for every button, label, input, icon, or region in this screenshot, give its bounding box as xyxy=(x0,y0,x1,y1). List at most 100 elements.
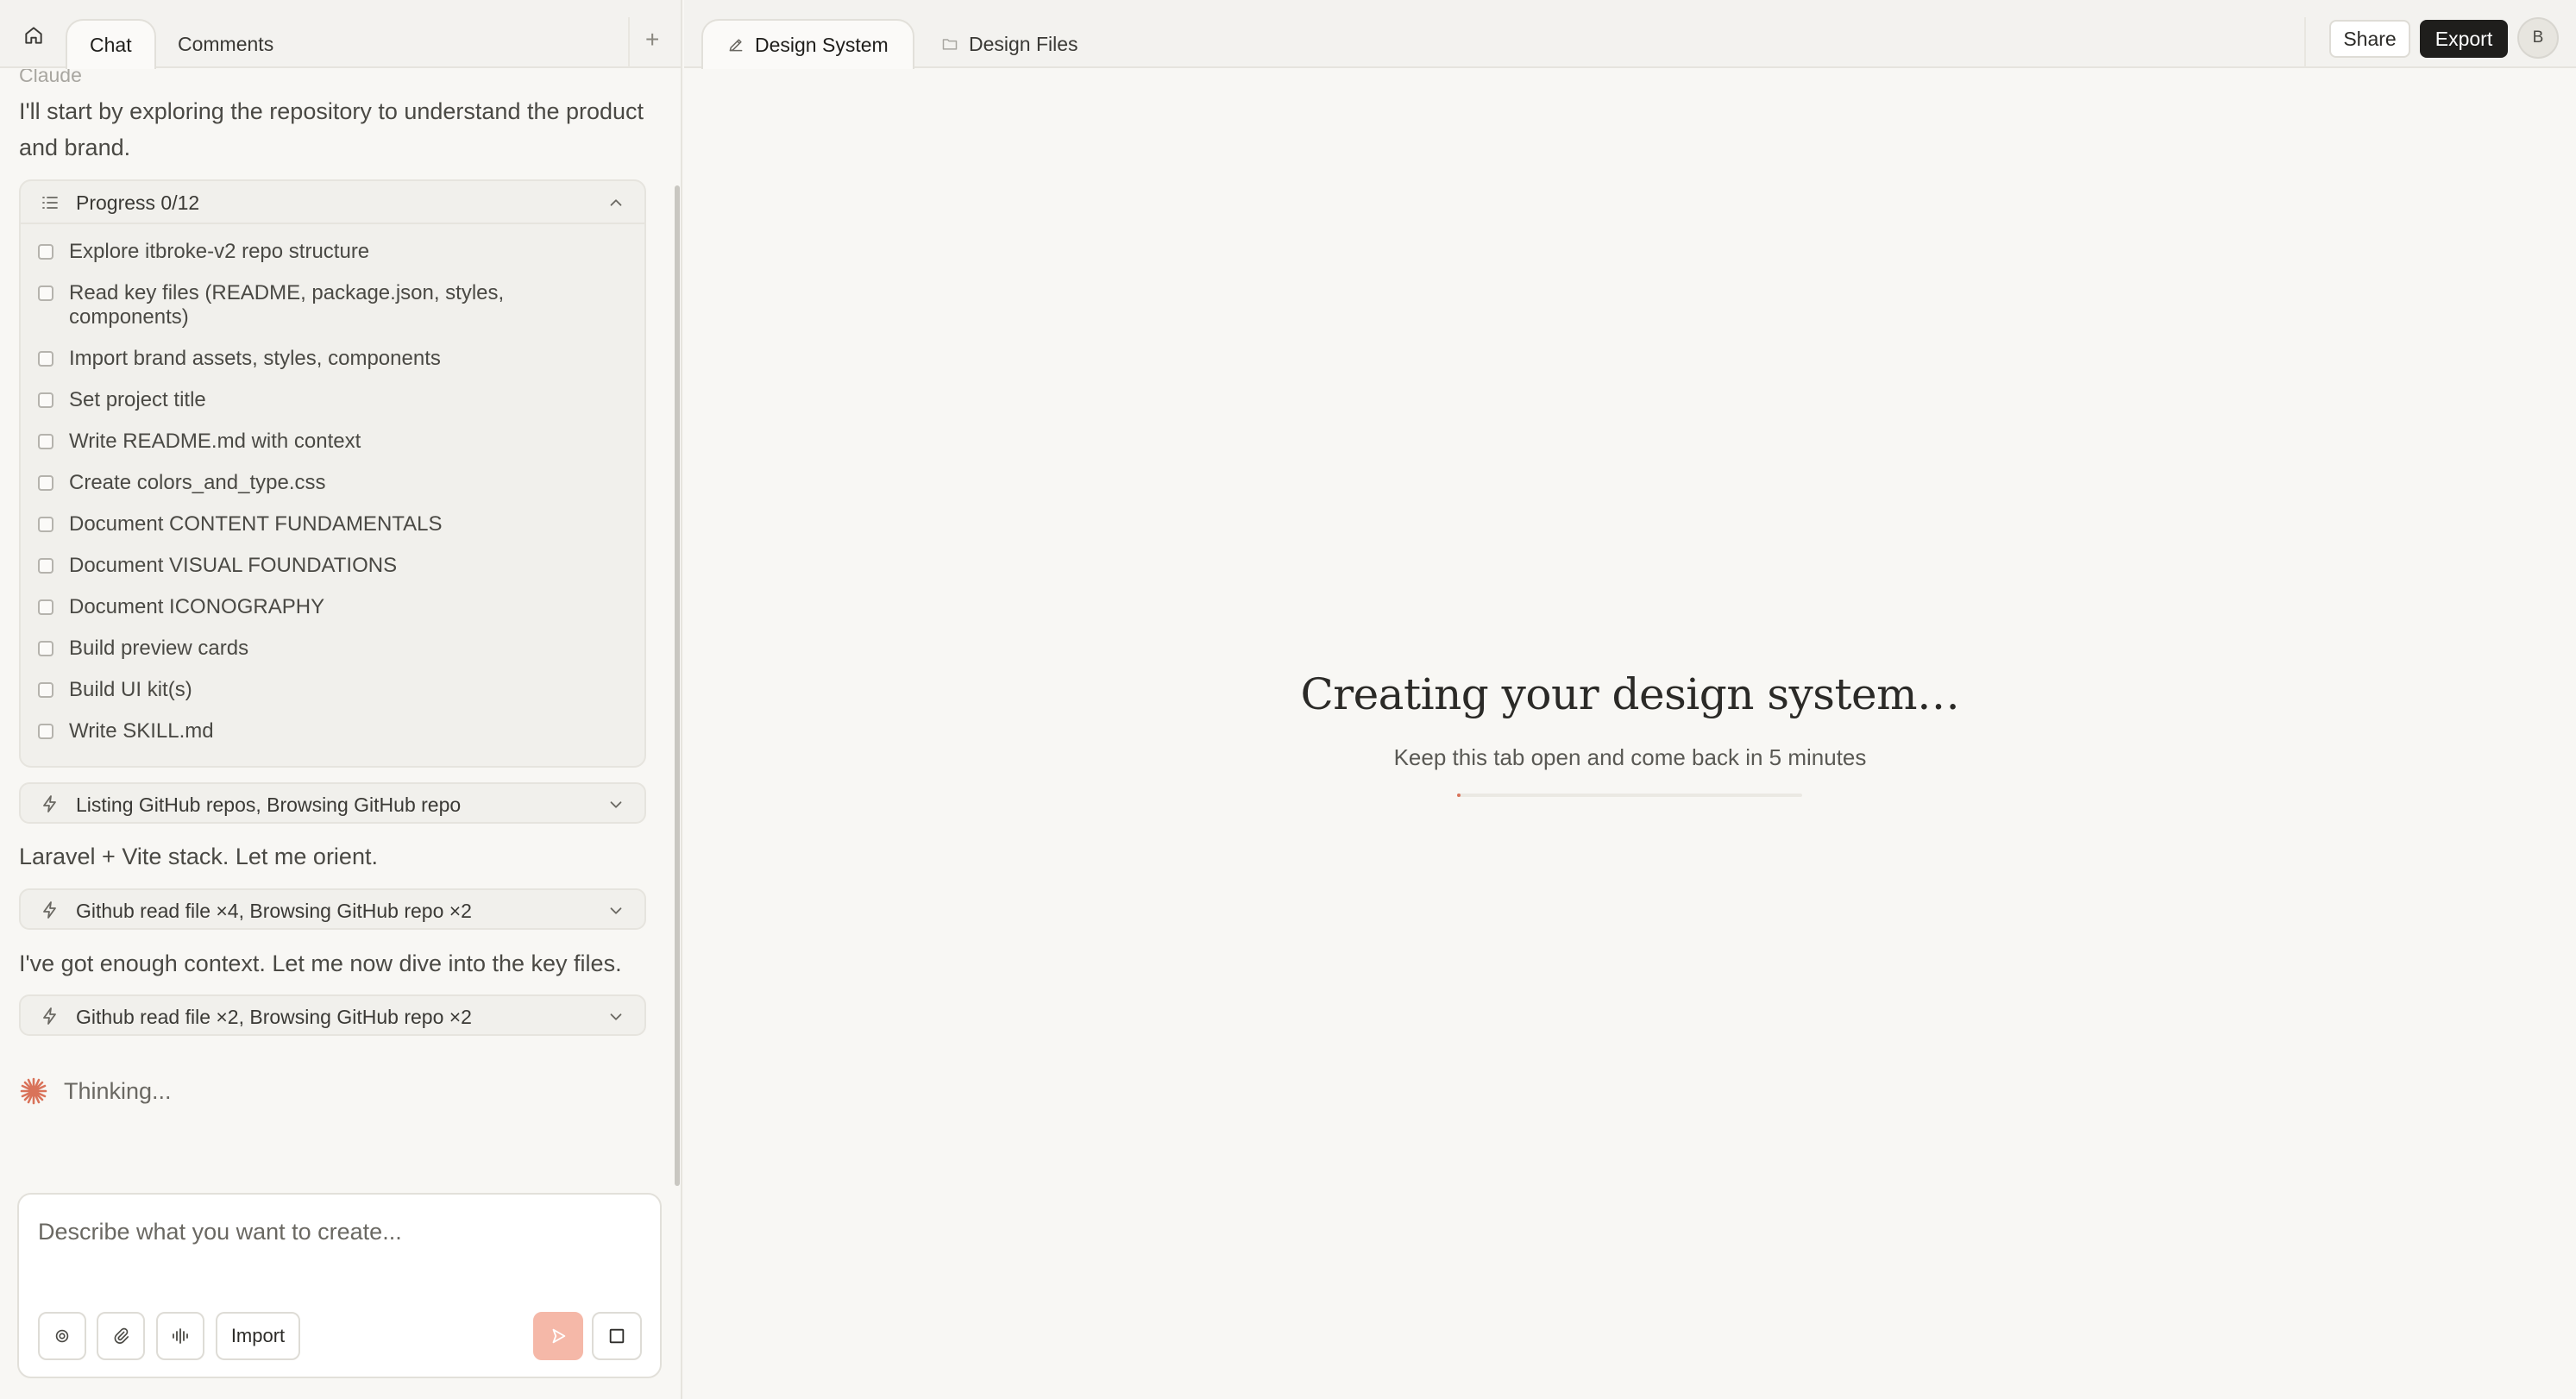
loading-subtitle: Keep this tab open and come back in 5 mi… xyxy=(1393,744,1867,770)
tool-call-card[interactable]: Github read file ×2, Browsing GitHub rep… xyxy=(19,994,646,1036)
task-checkbox[interactable] xyxy=(38,285,53,301)
task-item: Explore itbroke-v2 repo structure xyxy=(38,240,604,264)
assistant-message: Laravel + Vite stack. Let me orient. xyxy=(19,844,378,869)
task-item: Build preview cards xyxy=(38,637,604,661)
task-label: Document ICONOGRAPHY xyxy=(69,595,325,618)
lightning-icon xyxy=(43,1007,56,1025)
task-label: Build preview cards xyxy=(69,637,249,660)
thinking-indicator: Thinking... xyxy=(19,1076,172,1106)
task-checkbox[interactable] xyxy=(38,599,53,615)
tab-design-files[interactable]: Design Files xyxy=(917,19,1103,69)
sparkle-icon xyxy=(20,1077,47,1105)
task-label: Create colors_and_type.css xyxy=(69,471,326,494)
stop-button[interactable] xyxy=(592,1312,642,1360)
task-item: Write README.md with context xyxy=(38,430,604,454)
task-label: Build UI kit(s) xyxy=(69,678,192,701)
share-button[interactable]: Share xyxy=(2329,20,2410,58)
settings-button[interactable] xyxy=(38,1312,86,1360)
tab-design-files-label: Design Files xyxy=(969,32,1078,55)
task-checkbox[interactable] xyxy=(38,724,53,739)
task-item: Document ICONOGRAPHY xyxy=(38,595,604,619)
attach-button[interactable] xyxy=(97,1312,145,1360)
task-checkbox[interactable] xyxy=(38,558,53,574)
thinking-label: Thinking... xyxy=(64,1077,172,1104)
home-button[interactable] xyxy=(17,19,50,52)
tab-divider xyxy=(2304,17,2306,67)
task-checkbox[interactable] xyxy=(38,244,53,260)
task-checkbox[interactable] xyxy=(38,434,53,449)
task-label: Write README.md with context xyxy=(69,430,361,453)
send-icon xyxy=(552,1328,566,1344)
task-item: Create colors_and_type.css xyxy=(38,471,604,495)
task-item: Document VISUAL FOUNDATIONS xyxy=(38,554,604,578)
tool-call-card[interactable]: Github read file ×4, Browsing GitHub rep… xyxy=(19,888,646,930)
tab-chat[interactable]: Chat xyxy=(66,19,156,69)
tab-chat-label: Chat xyxy=(90,33,132,56)
composer: Describe what you want to create... Impo… xyxy=(17,1193,662,1378)
import-button[interactable]: Import xyxy=(216,1312,300,1360)
home-icon xyxy=(25,27,42,44)
gear-icon xyxy=(55,1329,69,1343)
progress-title: Progress 0/12 xyxy=(76,191,200,214)
tab-design-system[interactable]: Design System xyxy=(701,19,914,69)
lightning-icon xyxy=(43,795,56,812)
task-item: Set project title xyxy=(38,388,604,412)
task-item: Read key files (README, package.json, st… xyxy=(38,281,604,329)
assistant-message: I've got enough context. Let me now dive… xyxy=(19,950,622,976)
tool-call-label: Listing GitHub repos, Browsing GitHub re… xyxy=(76,794,462,816)
task-item: Import brand assets, styles, components xyxy=(38,347,604,371)
square-icon xyxy=(609,1328,625,1344)
preview-canvas: Creating your design system… Keep this t… xyxy=(684,70,2576,1399)
lightning-icon xyxy=(43,901,56,919)
task-checkbox[interactable] xyxy=(38,475,53,491)
preview-tab-bar: Design System Design Files xyxy=(684,0,2576,69)
voice-button[interactable] xyxy=(156,1312,204,1360)
task-label: Set project title xyxy=(69,388,206,411)
tool-call-card[interactable]: Listing GitHub repos, Browsing GitHub re… xyxy=(19,782,646,824)
task-item: Write SKILL.md xyxy=(38,719,604,743)
chat-scrollbar[interactable] xyxy=(675,185,680,1186)
paperclip-icon xyxy=(114,1327,129,1344)
checklist-icon xyxy=(42,197,58,209)
tab-comments-label: Comments xyxy=(178,32,274,55)
waveform-icon xyxy=(173,1328,188,1344)
task-label: Document CONTENT FUNDAMENTALS xyxy=(69,512,443,536)
tab-design-system-label: Design System xyxy=(755,33,889,56)
task-checkbox[interactable] xyxy=(38,682,53,698)
sender-label: Claude xyxy=(19,69,82,86)
loading-progress-bar xyxy=(1457,794,1802,797)
task-item: Build UI kit(s) xyxy=(38,678,604,702)
chat-panel: Chat Comments + Claude I'll start by exp… xyxy=(0,0,682,1399)
tab-comments[interactable]: Comments xyxy=(155,19,296,69)
assistant-message: I'll start by exploring the repository t… xyxy=(19,98,644,160)
task-checkbox[interactable] xyxy=(38,392,53,408)
loading-title: Creating your design system… xyxy=(1300,669,1960,719)
tab-divider xyxy=(628,17,630,67)
send-button[interactable] xyxy=(533,1312,583,1360)
chevron-down-icon xyxy=(610,1013,622,1020)
task-label: Document VISUAL FOUNDATIONS xyxy=(69,554,398,577)
task-label: Read key files (README, package.json, st… xyxy=(69,281,505,329)
add-tab-button[interactable]: + xyxy=(645,26,659,53)
task-label: Explore itbroke-v2 repo structure xyxy=(69,240,370,263)
chat-messages[interactable]: Claude I'll start by exploring the repos… xyxy=(0,69,673,1182)
task-checkbox[interactable] xyxy=(38,351,53,367)
tool-call-label: Github read file ×4, Browsing GitHub rep… xyxy=(76,900,472,922)
chevron-down-icon xyxy=(610,801,622,808)
chat-tab-bar: Chat Comments + xyxy=(0,0,681,69)
task-checkbox[interactable] xyxy=(38,517,53,532)
task-checkbox[interactable] xyxy=(38,641,53,656)
progress-header[interactable]: Progress 0/12 xyxy=(21,181,644,224)
chevron-up-icon[interactable] xyxy=(606,193,625,212)
avatar[interactable]: B xyxy=(2517,17,2559,59)
task-label: Write SKILL.md xyxy=(69,719,214,743)
task-item: Document CONTENT FUNDAMENTALS xyxy=(38,512,604,536)
prompt-input[interactable]: Describe what you want to create... xyxy=(38,1219,402,1245)
tool-call-label: Github read file ×2, Browsing GitHub rep… xyxy=(76,1006,472,1028)
pen-icon xyxy=(727,36,745,53)
chevron-down-icon xyxy=(610,907,622,914)
folder-icon xyxy=(941,35,958,53)
export-button[interactable]: Export xyxy=(2420,20,2508,58)
task-label: Import brand assets, styles, components xyxy=(69,347,441,370)
loading-progress-fill xyxy=(1457,794,1461,797)
